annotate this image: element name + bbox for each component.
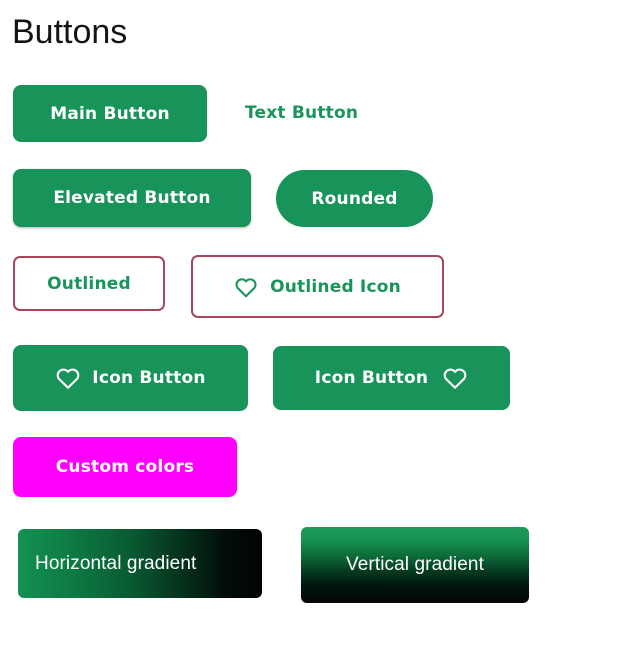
outlined-button-label: Outlined — [47, 273, 131, 294]
icon-button-leading[interactable]: Icon Button — [13, 345, 248, 411]
custom-colors-button-label: Custom colors — [55, 457, 195, 477]
outlined-icon-button[interactable]: Outlined Icon — [191, 255, 444, 318]
heart-icon — [55, 366, 81, 390]
heart-icon — [234, 276, 258, 298]
heart-icon — [442, 366, 468, 390]
horizontal-gradient-button[interactable]: Horizontal gradient — [18, 529, 262, 598]
custom-colors-button[interactable]: Custom colors — [13, 437, 237, 497]
icon-button-leading-label: Icon Button — [92, 368, 206, 388]
buttons-showcase-page: Buttons Main Button Text Button Elevated… — [0, 0, 642, 660]
outlined-button[interactable]: Outlined — [13, 256, 165, 311]
text-button-label: Text Button — [245, 103, 359, 123]
vertical-gradient-button-label: Vertical gradient — [346, 554, 484, 575]
icon-button-trailing[interactable]: Icon Button — [273, 346, 510, 410]
main-button-label: Main Button — [50, 103, 170, 124]
page-title: Buttons — [12, 13, 128, 51]
text-button[interactable]: Text Button — [245, 95, 395, 131]
outlined-icon-button-label: Outlined Icon — [270, 276, 401, 297]
rounded-button-label: Rounded — [311, 188, 398, 209]
elevated-button-label: Elevated Button — [53, 188, 211, 208]
icon-button-trailing-label: Icon Button — [314, 368, 429, 388]
main-button[interactable]: Main Button — [13, 85, 207, 142]
elevated-button[interactable]: Elevated Button — [13, 169, 251, 227]
horizontal-gradient-button-label: Horizontal gradient — [35, 552, 197, 574]
vertical-gradient-button[interactable]: Vertical gradient — [301, 527, 529, 603]
rounded-button[interactable]: Rounded — [276, 170, 433, 227]
